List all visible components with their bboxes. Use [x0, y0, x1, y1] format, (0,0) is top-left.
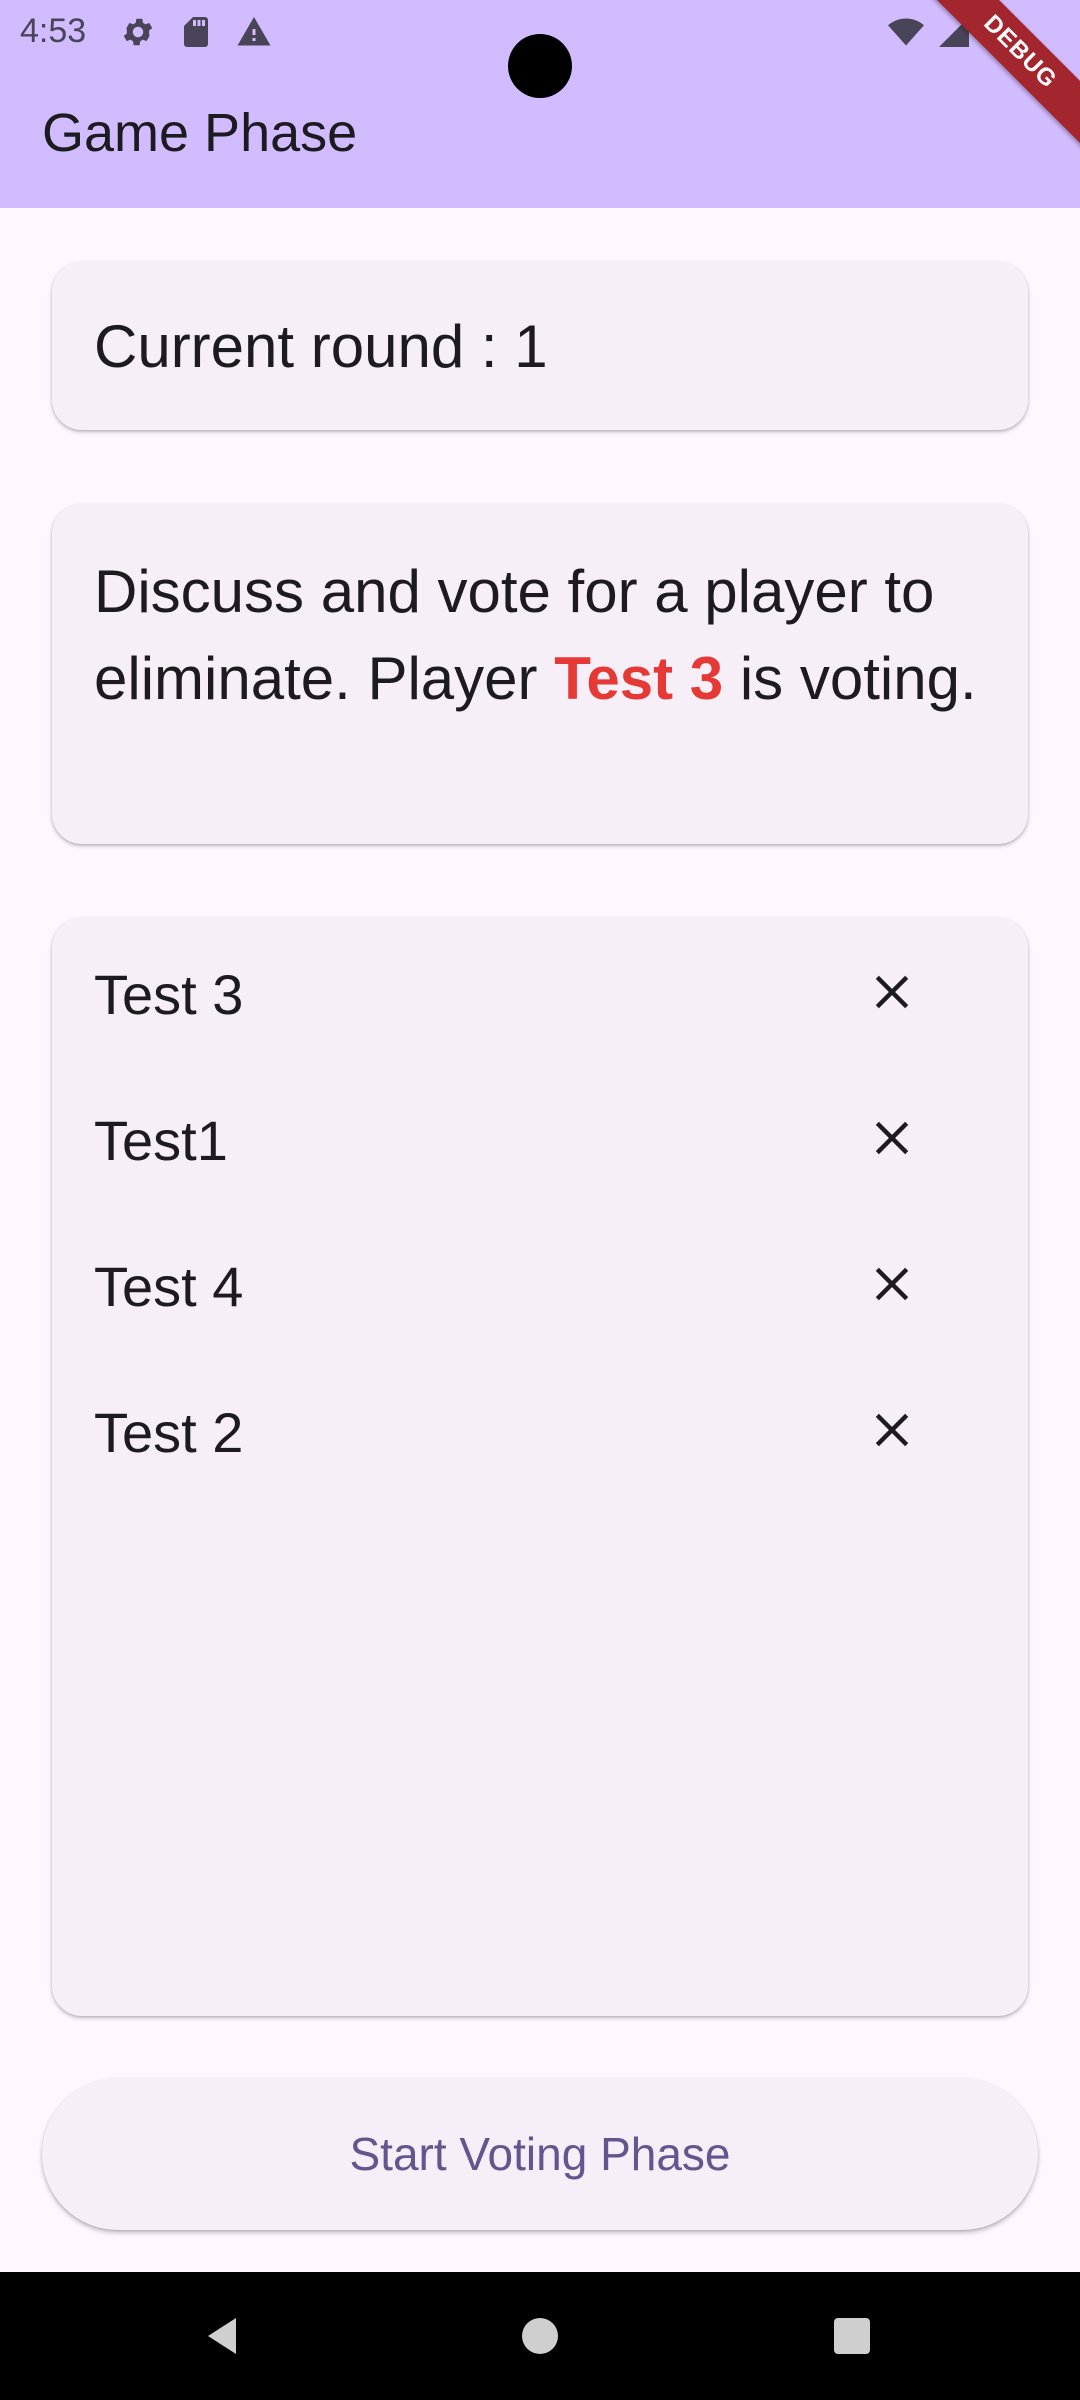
player-row: Test 4 — [52, 1224, 1028, 1344]
remove-player-button[interactable] — [852, 1244, 932, 1324]
player-name: Test 3 — [94, 963, 244, 1026]
player-list: Test 3 Test1 Test 4 Test 2 — [52, 918, 1028, 2016]
sd-card-icon — [184, 17, 208, 47]
system-nav-bar — [0, 2272, 1080, 2400]
instructions-text-after: is voting. — [723, 645, 977, 712]
page-title: Game Phase — [42, 103, 358, 163]
recents-icon[interactable] — [828, 2312, 876, 2360]
remove-player-button[interactable] — [852, 1390, 932, 1470]
player-row: Test1 — [52, 1078, 1028, 1198]
status-time: 4:53 — [20, 12, 87, 50]
player-row: Test 2 — [52, 1370, 1028, 1490]
instructions-card: Discuss and vote for a player to elimina… — [52, 504, 1028, 844]
remove-player-button[interactable] — [852, 952, 932, 1032]
app-header: 4:53 Game Phase DEBUG — [0, 0, 1080, 208]
camera-cutout — [508, 34, 572, 98]
game-phase-screen: 4:53 Game Phase DEBUG Current round: 1 … — [0, 0, 1080, 2400]
close-icon — [875, 1267, 909, 1301]
warning-icon — [237, 17, 271, 46]
current-round-label: Current round : 1 — [94, 313, 548, 380]
instructions-text: Discuss and vote for a player to elimina… — [94, 548, 1014, 722]
player-name: Test 4 — [94, 1255, 244, 1318]
voting-player-name: Test 3 — [554, 645, 724, 712]
settings-icon — [123, 18, 153, 46]
close-icon — [875, 1121, 909, 1155]
back-icon[interactable] — [200, 2312, 248, 2360]
wifi-icon — [888, 18, 924, 46]
round-card: Current round : 1 — [52, 262, 1028, 430]
start-voting-button[interactable]: Start Voting Phase — [42, 2078, 1038, 2230]
player-name: Test 2 — [94, 1401, 244, 1464]
player-row: Test 3 — [52, 932, 1028, 1052]
player-name: Test1 — [94, 1109, 228, 1172]
remove-player-button[interactable] — [852, 1098, 932, 1178]
close-icon — [875, 1413, 909, 1447]
home-icon[interactable] — [516, 2312, 564, 2360]
close-icon — [875, 975, 909, 1009]
